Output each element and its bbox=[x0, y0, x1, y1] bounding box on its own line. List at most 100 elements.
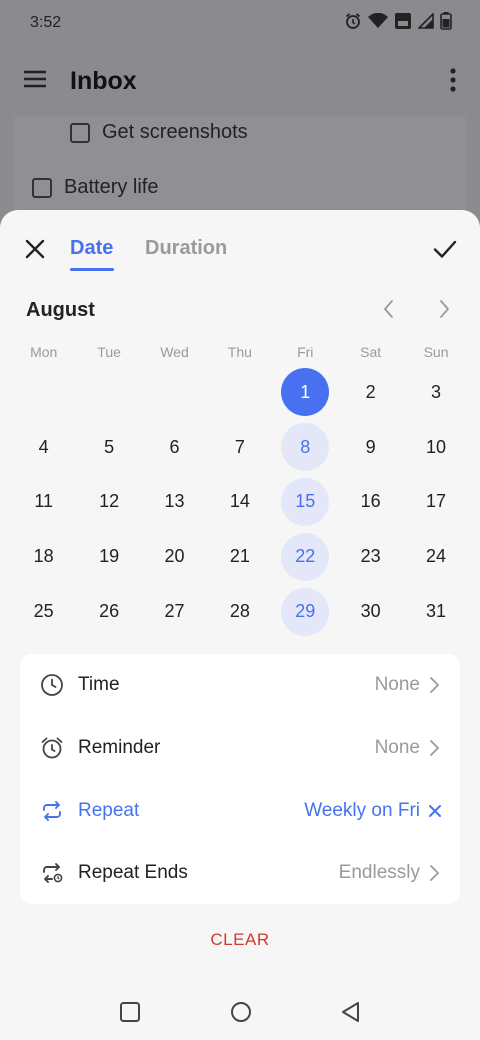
background-app: 3:52 Inbox Get screenshots Battery life bbox=[0, 0, 480, 240]
calendar-day[interactable]: 29 bbox=[273, 584, 338, 639]
day-number: 10 bbox=[426, 436, 447, 457]
calendar-blank bbox=[76, 365, 141, 420]
tab-date[interactable]: Date bbox=[70, 237, 113, 260]
alarm-clock-icon bbox=[41, 737, 63, 759]
day-number: 30 bbox=[360, 601, 381, 622]
day-number: 6 bbox=[169, 436, 180, 457]
calendar-grid: 1 2 3 4 5 6 7 8 9 10 11 12 13 14 15 16 17 18 19 20 21 22 23 24 2… bbox=[11, 365, 469, 639]
calendar-day[interactable]: 23 bbox=[338, 529, 403, 584]
calendar-day[interactable]: 4 bbox=[11, 420, 76, 475]
calendar-day[interactable]: 19 bbox=[76, 529, 141, 584]
chevron-right-icon[interactable] bbox=[434, 298, 454, 320]
day-number: 9 bbox=[365, 436, 376, 457]
calendar-day[interactable]: 28 bbox=[207, 584, 272, 639]
calendar-day[interactable]: 2 bbox=[338, 365, 403, 420]
calendar-day[interactable]: 16 bbox=[338, 475, 403, 530]
signal-icon bbox=[418, 13, 434, 29]
day-number: 25 bbox=[33, 601, 54, 622]
system-nav-bar bbox=[0, 980, 480, 1040]
calendar-day[interactable]: 1 bbox=[273, 365, 338, 420]
task-title: Get screenshots bbox=[102, 121, 248, 143]
app-bar: Inbox bbox=[0, 54, 480, 110]
active-tab-indicator bbox=[70, 268, 114, 271]
day-number: 12 bbox=[99, 491, 120, 512]
calendar-day[interactable]: 14 bbox=[207, 475, 272, 530]
battery-icon bbox=[440, 12, 452, 30]
task-checkbox[interactable] bbox=[70, 122, 90, 143]
calendar-day[interactable]: 5 bbox=[76, 420, 141, 475]
day-number: 3 bbox=[431, 381, 442, 402]
day-number: 4 bbox=[38, 436, 49, 457]
reminder-label: Reminder bbox=[78, 737, 161, 758]
repeat-ends-option[interactable]: Repeat Ends Endlessly bbox=[20, 842, 460, 904]
repeat-option[interactable]: Repeat Weekly on Fri bbox=[20, 780, 460, 842]
day-number: 21 bbox=[229, 546, 250, 567]
weekday-label: Fri bbox=[297, 344, 314, 360]
weekday-header: Mon Tue Wed Thu Fri Sat Sun bbox=[11, 344, 469, 360]
check-icon[interactable] bbox=[432, 236, 458, 262]
calendar-day[interactable]: 27 bbox=[142, 584, 207, 639]
calendar-day[interactable]: 17 bbox=[403, 475, 468, 530]
calendar-day[interactable]: 10 bbox=[403, 420, 468, 475]
task-item[interactable]: Battery life bbox=[32, 176, 158, 199]
calendar-day[interactable]: 31 bbox=[403, 584, 468, 639]
calendar-day[interactable]: 8 bbox=[273, 420, 338, 475]
calendar-day[interactable]: 21 bbox=[207, 529, 272, 584]
day-number: 22 bbox=[281, 532, 330, 581]
calendar-day[interactable]: 25 bbox=[11, 584, 76, 639]
calendar-blank bbox=[207, 365, 272, 420]
weekday-label: Thu bbox=[227, 344, 252, 360]
day-number: 27 bbox=[164, 601, 185, 622]
calendar-day[interactable]: 20 bbox=[142, 529, 207, 584]
calendar-day[interactable]: 3 bbox=[403, 365, 468, 420]
task-checkbox[interactable] bbox=[32, 177, 52, 198]
clock-icon bbox=[41, 674, 63, 696]
close-icon[interactable] bbox=[22, 236, 48, 262]
calendar-day[interactable]: 7 bbox=[207, 420, 272, 475]
weekday-label: Tue bbox=[97, 344, 121, 360]
day-number: 1 bbox=[281, 368, 330, 417]
day-number: 31 bbox=[426, 601, 447, 622]
calendar-day[interactable]: 11 bbox=[11, 475, 76, 530]
day-number: 17 bbox=[426, 491, 447, 512]
clear-button[interactable]: CLEAR bbox=[0, 930, 480, 950]
recents-icon[interactable] bbox=[118, 1000, 142, 1024]
calendar-day[interactable]: 13 bbox=[142, 475, 207, 530]
wifi-icon bbox=[368, 13, 388, 28]
calendar-day[interactable]: 12 bbox=[76, 475, 141, 530]
reminder-option[interactable]: Reminder None bbox=[20, 717, 460, 779]
home-icon[interactable] bbox=[229, 1000, 253, 1024]
chevron-left-icon[interactable] bbox=[379, 298, 399, 320]
calendar-day[interactable]: 15 bbox=[273, 475, 338, 530]
clear-repeat-icon[interactable] bbox=[428, 804, 442, 818]
tab-duration[interactable]: Duration bbox=[145, 237, 227, 260]
weekday-label: Wed bbox=[160, 344, 189, 360]
day-number: 2 bbox=[365, 381, 376, 402]
sheet-header: Date Duration bbox=[0, 210, 480, 286]
day-number: 26 bbox=[99, 601, 120, 622]
back-icon[interactable] bbox=[339, 1000, 363, 1024]
menu-icon[interactable] bbox=[24, 70, 46, 88]
day-number: 15 bbox=[281, 477, 330, 526]
more-vert-icon[interactable] bbox=[450, 68, 456, 92]
status-icons bbox=[344, 12, 452, 30]
calendar-day[interactable]: 22 bbox=[273, 529, 338, 584]
calendar-day[interactable]: 9 bbox=[338, 420, 403, 475]
calendar-day[interactable]: 6 bbox=[142, 420, 207, 475]
repeat-ends-label: Repeat Ends bbox=[78, 862, 188, 883]
month-title: August bbox=[26, 299, 95, 321]
repeat-end-icon bbox=[43, 863, 63, 883]
day-number: 24 bbox=[426, 546, 447, 567]
day-number: 14 bbox=[229, 491, 250, 512]
task-item[interactable]: Get screenshots bbox=[70, 121, 248, 144]
calendar-day[interactable]: 18 bbox=[11, 529, 76, 584]
calendar-day[interactable]: 24 bbox=[403, 529, 468, 584]
calendar-blank bbox=[142, 365, 207, 420]
calendar-day[interactable]: 26 bbox=[76, 584, 141, 639]
day-number: 5 bbox=[104, 436, 115, 457]
calendar-blank bbox=[11, 365, 76, 420]
time-option[interactable]: Time None bbox=[20, 654, 460, 716]
repeat-ends-value: Endlessly bbox=[338, 862, 420, 883]
calendar-day[interactable]: 30 bbox=[338, 584, 403, 639]
weekday-label: Mon bbox=[30, 344, 58, 360]
